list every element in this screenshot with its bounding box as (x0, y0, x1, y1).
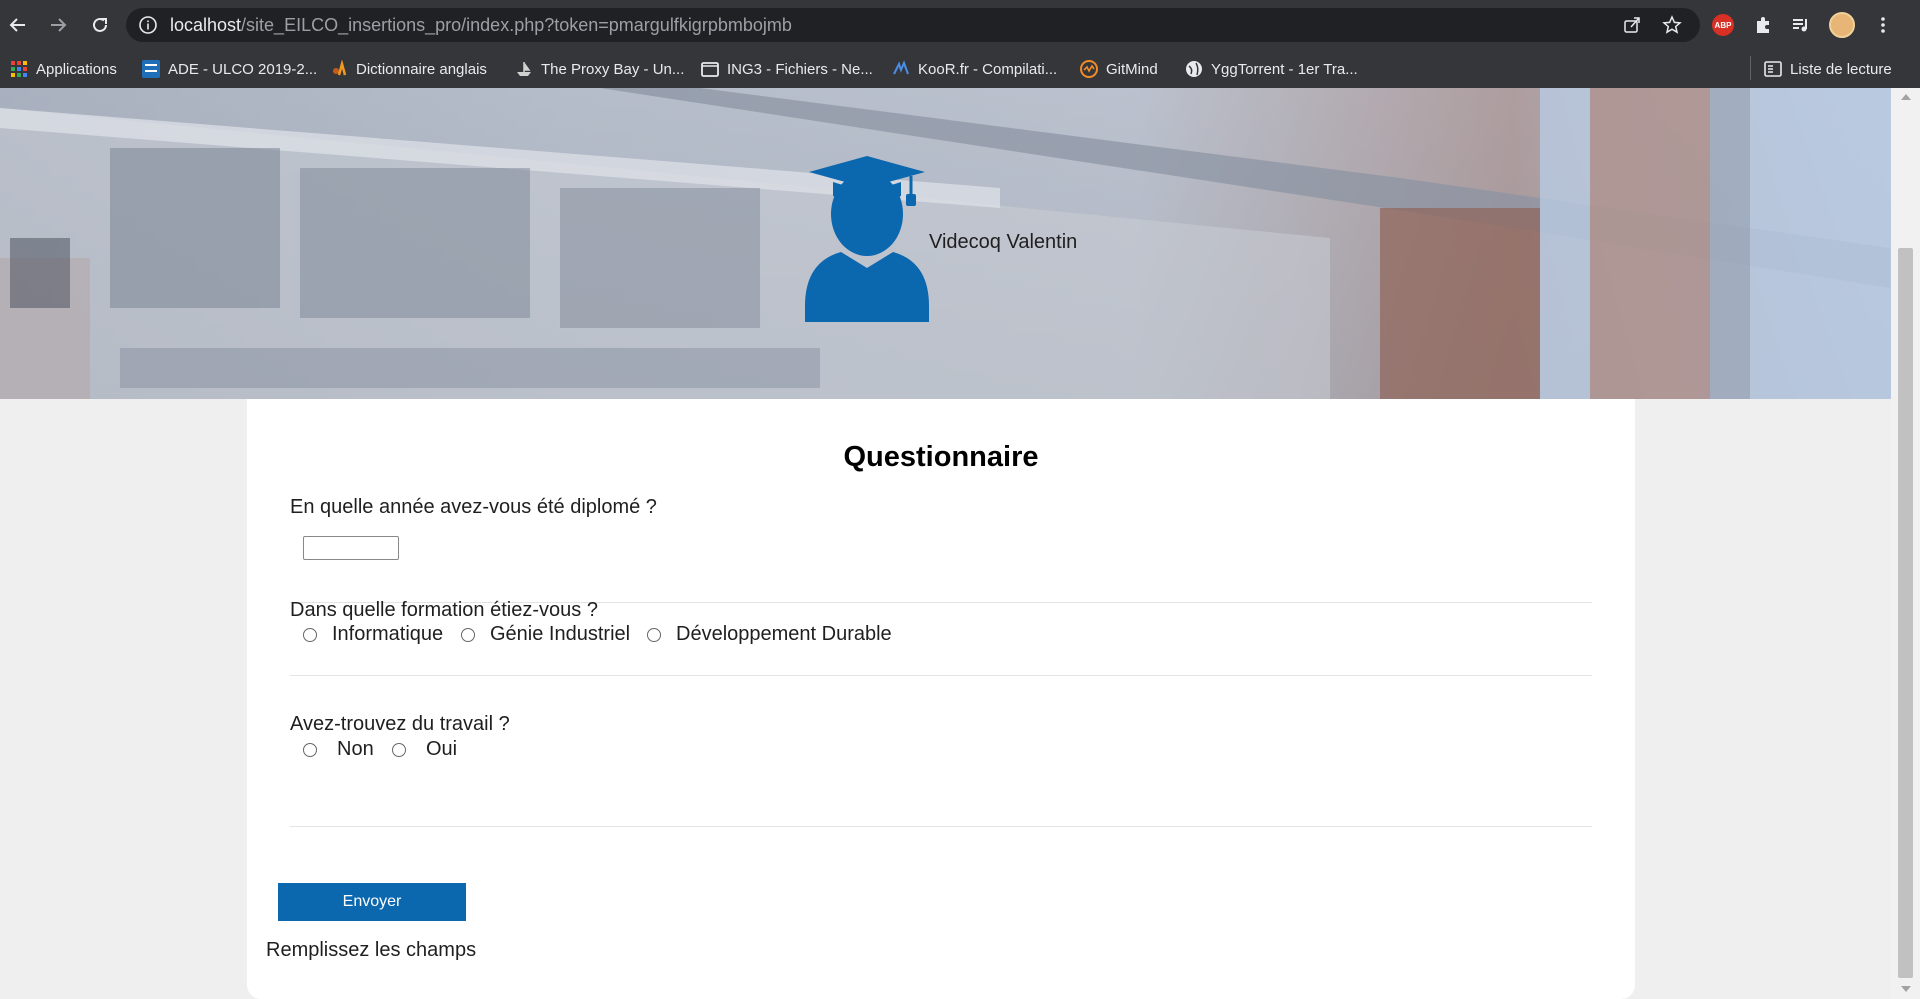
submit-button[interactable]: Envoyer (278, 883, 466, 921)
ship-icon (517, 62, 531, 76)
status-message: Remplissez les champs (266, 939, 477, 961)
bookmark-gitmind[interactable]: GitMind (1080, 58, 1158, 80)
bookmarks-bar: Applications ADE - ULCO 2019-2... Dictio… (0, 50, 1920, 88)
reload-button[interactable] (86, 11, 114, 39)
bookmark-label: Dictionnaire anglais (356, 60, 487, 78)
bookmark-label: ING3 - Fichiers - Ne... (727, 60, 873, 78)
wordreference-icon (333, 60, 347, 76)
browser-toolbar: localhost/site_EILCO_insertions_pro/inde… (0, 0, 1920, 50)
browser-chrome: localhost/site_EILCO_insertions_pro/inde… (0, 0, 1920, 88)
radio-button[interactable] (303, 627, 317, 642)
bookmark-ygg[interactable]: YggTorrent - 1er Tra... (1185, 58, 1358, 80)
user-avatar (803, 156, 931, 322)
bookmark-koor[interactable]: KooR.fr - Compilati... (892, 58, 1057, 80)
bookmarks-separator (1750, 56, 1751, 80)
url-path: /site_EILCO_insertions_pro/index.php?tok… (241, 15, 792, 35)
scroll-thumb[interactable] (1898, 248, 1913, 978)
bookmark-label: The Proxy Bay - Un... (541, 60, 685, 78)
radio-button[interactable] (303, 742, 317, 757)
radio-option-oui[interactable]: Oui (392, 738, 457, 761)
arrow-left-icon (9, 18, 25, 32)
bookmark-label: KooR.fr - Compilati... (918, 60, 1058, 78)
media-button[interactable] (1788, 12, 1814, 38)
radio-option-informatique[interactable]: Informatique (303, 623, 443, 646)
back-button[interactable] (4, 11, 32, 39)
question-graduation-year: En quelle année avez-vous été diplomé ? (290, 496, 657, 518)
globe-icon (1186, 61, 1202, 77)
bookmark-proxybay[interactable]: The Proxy Bay - Un... (515, 58, 684, 80)
arrow-right-icon (51, 18, 67, 32)
kebab-menu-icon (1881, 17, 1885, 33)
reading-list-button[interactable]: Liste de lecture (1764, 58, 1892, 80)
radio-option-genie-industriel[interactable]: Génie Industriel (461, 623, 630, 646)
bookmark-label: GitMind (1106, 60, 1158, 78)
page-scrollbar[interactable] (1891, 88, 1920, 999)
info-icon[interactable] (138, 15, 158, 35)
radio-label: Informatique (332, 623, 444, 645)
address-bar[interactable]: localhost/site_EILCO_insertions_pro/inde… (126, 8, 1700, 42)
user-name: Videcoq Valentin (929, 231, 1078, 253)
question-formation: Dans quelle formation étiez-vous ? (290, 599, 598, 621)
scroll-down-arrow-icon[interactable] (1901, 986, 1911, 992)
ulco-icon (142, 60, 160, 78)
bookmark-applications[interactable]: Applications (10, 58, 117, 80)
bookmark-label: ADE - ULCO 2019-2... (168, 60, 318, 78)
radio-label: Oui (426, 738, 458, 760)
bookmark-label: Applications (36, 60, 117, 78)
scroll-up-arrow-icon[interactable] (1901, 94, 1911, 100)
adblock-extension[interactable]: ABP (1710, 12, 1736, 38)
radio-option-non[interactable]: Non (303, 738, 374, 761)
bookmark-ing3[interactable]: ING3 - Fichiers - Ne... (701, 58, 873, 80)
playlist-icon (1793, 19, 1807, 32)
question-travail: Avez-trouvez du travail ? (290, 713, 510, 735)
extensions-button[interactable] (1750, 12, 1776, 38)
reload-icon (93, 17, 107, 32)
star-icon[interactable] (1662, 15, 1682, 35)
radio-button[interactable] (392, 742, 406, 757)
profile-button[interactable] (1829, 12, 1855, 38)
abp-icon: ABP (1712, 14, 1734, 36)
radio-button[interactable] (461, 627, 475, 642)
radio-option-developpement-durable[interactable]: Développement Durable (647, 623, 892, 646)
questionnaire-card: Questionnaire En quelle année avez-vous … (247, 399, 1635, 999)
radio-label: Non (337, 738, 374, 760)
reading-list-label: Liste de lecture (1790, 60, 1892, 78)
koor-icon (893, 60, 909, 75)
divider (290, 826, 1592, 827)
graduation-year-input[interactable] (303, 536, 399, 560)
radio-button[interactable] (647, 627, 661, 642)
apps-grid-icon (11, 61, 27, 77)
puzzle-icon (1757, 17, 1769, 33)
bookmark-ade[interactable]: ADE - ULCO 2019-2... (142, 58, 317, 80)
divider (290, 675, 1592, 676)
share-icon[interactable] (1622, 15, 1642, 35)
radio-label: Génie Industriel (490, 623, 631, 645)
graduate-icon (805, 156, 929, 322)
reading-list-icon (1764, 61, 1782, 77)
page-content: Videcoq Valentin Questionnaire En quelle… (0, 88, 1920, 999)
menu-button[interactable] (1870, 12, 1896, 38)
bookmark-label: YggTorrent - 1er Tra... (1211, 60, 1358, 78)
header-banner: Videcoq Valentin (0, 88, 1891, 399)
url-text: localhost/site_EILCO_insertions_pro/inde… (170, 15, 792, 35)
forward-button[interactable] (44, 11, 72, 39)
page-title: Questionnaire (843, 441, 1039, 473)
folder-icon (701, 62, 719, 77)
profile-avatar (1829, 12, 1855, 38)
url-host: localhost (170, 15, 242, 35)
bookmark-dictionnaire[interactable]: Dictionnaire anglais (330, 58, 487, 80)
radio-label: Développement Durable (676, 623, 892, 645)
gitmind-icon (1080, 60, 1098, 78)
